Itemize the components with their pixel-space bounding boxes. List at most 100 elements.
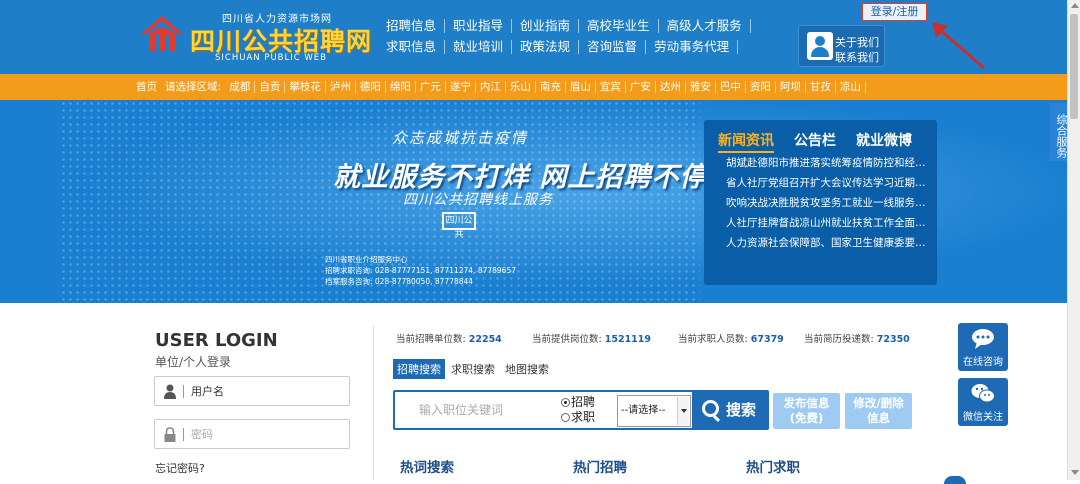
news-item[interactable]: 人社厅挂牌督战凉山州就业扶贫工作全面展开 bbox=[726, 213, 926, 233]
password-field[interactable] bbox=[154, 419, 350, 449]
nav-recruit-info[interactable]: 招聘信息 bbox=[378, 19, 446, 33]
region-link[interactable]: 遂宁 bbox=[446, 81, 476, 93]
search-type-radios: 招聘 求职 bbox=[561, 395, 595, 425]
nav-career-guidance[interactable]: 职业指导 bbox=[445, 19, 513, 33]
column-divider bbox=[373, 325, 374, 480]
region-link[interactable]: 达州 bbox=[656, 81, 686, 93]
online-consult-button[interactable]: 在线咨询 bbox=[958, 323, 1008, 371]
nav-policy[interactable]: 政策法规 bbox=[512, 40, 580, 54]
tab-weibo[interactable]: 就业微博 bbox=[856, 130, 912, 150]
scroll-up-icon[interactable] bbox=[1071, 3, 1079, 8]
region-home-link[interactable]: 首页 bbox=[136, 81, 165, 93]
radio-dot-checked[interactable] bbox=[561, 398, 570, 407]
nav-senior-talent[interactable]: 高级人才服务 bbox=[659, 19, 751, 33]
forgot-password-link[interactable]: 忘记密码? bbox=[155, 460, 205, 476]
nav-job-seeking-info[interactable]: 求职信息 bbox=[378, 40, 446, 54]
region-select[interactable]: --请选择-- bbox=[617, 395, 691, 427]
wechat-follow-button[interactable]: 微信关注 bbox=[958, 378, 1008, 426]
tab-map-search[interactable]: 地图搜索 bbox=[501, 359, 553, 379]
hot-recruit-heading: 热门招聘 bbox=[573, 460, 627, 476]
side-service-tab[interactable]: 综合服务 bbox=[1050, 103, 1068, 161]
radio-recruit[interactable]: 招聘 bbox=[561, 395, 595, 410]
search-button[interactable]: 搜索 bbox=[692, 392, 769, 428]
user-icon bbox=[807, 32, 833, 60]
hero-banner: 众志成城抗击疫情 就业服务不打烊 网上招聘不停歇 四川公共招聘线上服务 四川公共… bbox=[0, 100, 1067, 303]
about-contact-box[interactable]: 关于我们 联系我们 bbox=[798, 25, 885, 67]
region-link[interactable]: 广安 bbox=[626, 81, 656, 93]
radio-dot[interactable] bbox=[561, 413, 570, 422]
news-item[interactable]: 省人社厅党组召开扩大会议传达学习近期重要讲话 bbox=[726, 173, 926, 193]
region-link[interactable]: 德阳 bbox=[356, 81, 386, 93]
region-link[interactable]: 南充 bbox=[536, 81, 566, 93]
banner-stamp: 四川公共 bbox=[442, 212, 476, 240]
region-link[interactable]: 眉山 bbox=[566, 81, 596, 93]
username-input[interactable] bbox=[191, 382, 341, 400]
region-link[interactable]: 凉山 bbox=[836, 81, 866, 93]
news-tabs: 新闻资讯 公告栏 就业微博 bbox=[718, 130, 932, 153]
nav-consult-supervise[interactable]: 咨询监督 bbox=[579, 40, 647, 54]
news-list: 胡斌赴德阳市推进落实统筹疫情防控和经济社会发展 省人社厅党组召开扩大会议传达学习… bbox=[726, 153, 926, 253]
page-scrollbar[interactable] bbox=[1067, 0, 1080, 480]
site-header: 四川省人力资源市场网 四川公共招聘网 SICHUAN PUBLIC WEB 招聘… bbox=[0, 0, 1067, 74]
banner-info-line: 档案服务咨询: 028-87780050, 87778844 bbox=[325, 277, 474, 286]
modify-delete-button[interactable]: 修改/删除 信息 bbox=[845, 393, 912, 429]
news-item[interactable]: 胡斌赴德阳市推进落实统筹疫情防控和经济社会发展 bbox=[726, 153, 926, 173]
nav-training[interactable]: 就业培训 bbox=[445, 40, 513, 54]
nav-labor-agency[interactable]: 劳动事务代理 bbox=[646, 40, 739, 54]
stat-resumes: 当前简历投递数: 72350 bbox=[804, 331, 910, 345]
region-link[interactable]: 阿坝 bbox=[776, 81, 806, 93]
region-link[interactable]: 攀枝花 bbox=[285, 81, 326, 93]
region-link[interactable]: 雅安 bbox=[686, 81, 716, 93]
chevron-down-icon[interactable] bbox=[677, 397, 689, 425]
search-button-label: 搜索 bbox=[726, 401, 757, 419]
region-link[interactable]: 成都 bbox=[225, 81, 256, 93]
banner-info-line: 四川省职业介绍服务中心 bbox=[325, 255, 408, 264]
nav-startup-guide[interactable]: 创业指南 bbox=[512, 19, 580, 33]
region-link[interactable]: 内江 bbox=[476, 81, 506, 93]
region-link[interactable]: 绵阳 bbox=[386, 81, 416, 93]
radio-label: 招聘 bbox=[571, 395, 596, 409]
login-title: USER LOGIN bbox=[155, 330, 278, 351]
nav-graduates[interactable]: 高校毕业生 bbox=[579, 19, 659, 33]
login-register-link[interactable]: 登录/注册 bbox=[862, 3, 927, 21]
news-item[interactable]: 吹响决战决胜脱贫攻坚务工就业一线服务冲锋号 bbox=[726, 193, 926, 213]
region-link[interactable]: 广元 bbox=[416, 81, 446, 93]
about-us-link[interactable]: 关于我们 bbox=[835, 34, 879, 50]
main-nav-row1: 招聘信息 职业指导 创业指南 高校毕业生 高级人才服务 bbox=[378, 19, 751, 33]
chat-float-bubble[interactable] bbox=[944, 476, 966, 484]
region-link[interactable]: 自贡 bbox=[255, 81, 286, 93]
contact-us-link[interactable]: 联系我们 bbox=[835, 49, 879, 65]
scroll-down-icon[interactable] bbox=[1071, 470, 1079, 475]
tab-recruit-search[interactable]: 招聘搜索 bbox=[393, 359, 445, 379]
region-link[interactable]: 巴中 bbox=[716, 81, 746, 93]
banner-info-line: 招聘求职咨询: 028-87777151, 87711274, 87789657 bbox=[325, 266, 516, 275]
tab-notice[interactable]: 公告栏 bbox=[794, 130, 836, 150]
publish-info-button[interactable]: 发布信息 (免费) bbox=[773, 393, 840, 429]
username-field[interactable] bbox=[154, 376, 350, 406]
stat-value: 1521119 bbox=[604, 334, 652, 345]
radio-job[interactable]: 求职 bbox=[561, 410, 595, 425]
region-link[interactable]: 泸州 bbox=[326, 81, 356, 93]
region-link[interactable]: 乐山 bbox=[506, 81, 536, 93]
chat-bubble-icon bbox=[972, 329, 994, 349]
search-tabs: 招聘搜索 求职搜索 地图搜索 bbox=[393, 359, 555, 379]
banner-slogan-1: 众志成城抗击疫情 bbox=[392, 129, 529, 147]
news-panel: 新闻资讯公告栏就业微博 胡斌赴德阳市推进落实统筹疫情防控和经济社会发展 省人社厅… bbox=[704, 120, 937, 285]
password-input[interactable] bbox=[191, 425, 341, 443]
scroll-thumb[interactable] bbox=[1070, 14, 1078, 119]
button-label: (免费) bbox=[789, 411, 824, 425]
tab-news[interactable]: 新闻资讯 bbox=[718, 130, 774, 153]
stat-label: 当前提供岗位数: bbox=[532, 334, 602, 345]
logo-icon[interactable] bbox=[139, 14, 185, 54]
radio-label: 求职 bbox=[571, 410, 596, 424]
search-input[interactable] bbox=[395, 392, 545, 428]
tab-job-search[interactable]: 求职搜索 bbox=[447, 359, 499, 379]
hot-keywords-heading: 热词搜索 bbox=[400, 460, 454, 476]
region-link[interactable]: 宜宾 bbox=[596, 81, 626, 93]
region-link[interactable]: 甘孜 bbox=[806, 81, 836, 93]
logo-english: SICHUAN PUBLIC WEB bbox=[215, 53, 327, 63]
search-box: 招聘 求职 --请选择-- 搜索 bbox=[393, 390, 769, 430]
banner-contact-info: 四川省职业介绍服务中心 招聘求职咨询: 028-87777151, 877112… bbox=[325, 254, 516, 287]
region-link[interactable]: 资阳 bbox=[746, 81, 776, 93]
news-item[interactable]: 人力资源社会保障部、国家卫生健康委要求做好 bbox=[726, 233, 926, 253]
